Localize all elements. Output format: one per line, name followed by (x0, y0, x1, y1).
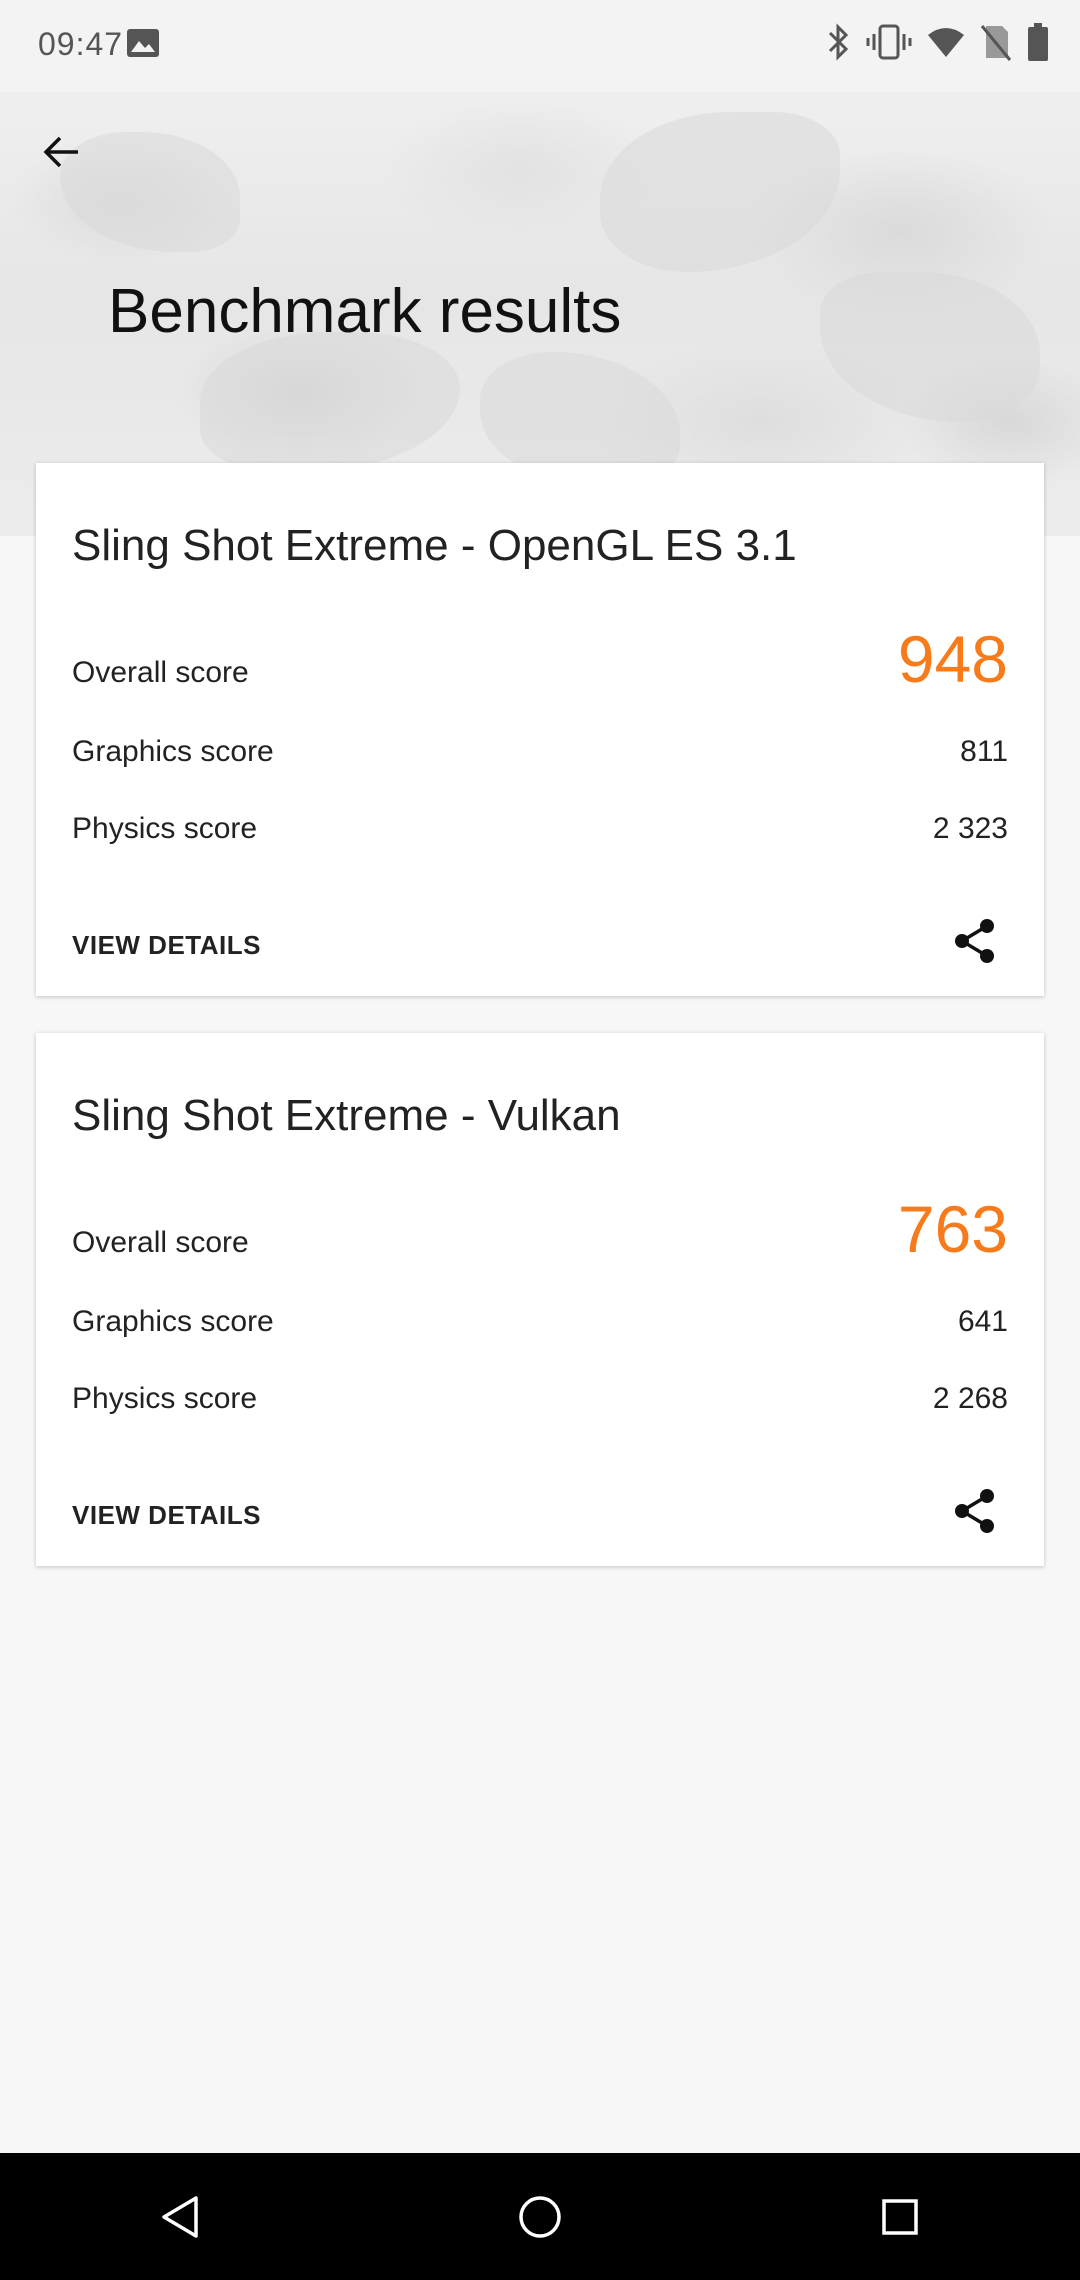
graphics-score-value: 641 (957, 1305, 1008, 1338)
view-details-button[interactable]: VIEW DETAILS (72, 930, 261, 961)
result-card-vulkan: Sling Shot Extreme - Vulkan Overall scor… (36, 1033, 1044, 1566)
graphics-score-row: Graphics score 811 (72, 735, 1008, 769)
status-time: 09:47 (38, 26, 124, 62)
physics-score-label: Physics score (72, 812, 258, 845)
arrow-back-icon (43, 136, 78, 168)
back-triangle-icon (162, 2195, 198, 2238)
rock-decoration (600, 112, 840, 272)
recents-square-icon (882, 2198, 918, 2235)
battery-icon (1026, 22, 1050, 62)
wifi-icon (926, 25, 966, 59)
card-title: Sling Shot Extreme - OpenGL ES 3.1 (72, 521, 797, 570)
rock-decoration (820, 272, 1040, 422)
navigation-bar (0, 2153, 1080, 2280)
overall-score-value: 948 (897, 622, 1008, 696)
image-icon (126, 28, 160, 63)
nav-back-button[interactable] (140, 2177, 220, 2257)
view-details-button[interactable]: VIEW DETAILS (72, 1500, 261, 1531)
nav-recents-button[interactable] (860, 2177, 940, 2257)
overall-score-label: Overall score (72, 1226, 249, 1259)
back-button[interactable] (38, 128, 86, 176)
page-title: Benchmark results (108, 277, 622, 346)
bluetooth-icon (826, 22, 852, 62)
physics-score-value: 2 268 (932, 1382, 1008, 1415)
home-circle-icon (519, 2195, 561, 2238)
graphics-score-label: Graphics score (72, 735, 274, 768)
no-sim-icon (980, 22, 1012, 62)
physics-score-row: Physics score 2 268 (72, 1382, 1008, 1416)
share-icon (955, 919, 994, 963)
screen: 09:47 Benchmark results Sling Shot Extre… (0, 0, 1080, 2280)
share-button[interactable] (950, 1486, 1000, 1536)
overall-score-row: Overall score 763 (72, 1191, 1008, 1267)
result-card-opengl: Sling Shot Extreme - OpenGL ES 3.1 Overa… (36, 463, 1044, 996)
physics-score-row: Physics score 2 323 (72, 812, 1008, 846)
physics-score-value: 2 323 (932, 812, 1008, 845)
share-icon (955, 1489, 994, 1533)
nav-home-button[interactable] (500, 2177, 580, 2257)
overall-score-value: 763 (897, 1192, 1008, 1266)
graphics-score-label: Graphics score (72, 1305, 274, 1338)
rock-decoration (60, 132, 240, 252)
graphics-score-row: Graphics score 641 (72, 1305, 1008, 1339)
share-button[interactable] (950, 916, 1000, 966)
overall-score-row: Overall score 948 (72, 621, 1008, 697)
status-bar: 09:47 (0, 0, 1080, 92)
overall-score-label: Overall score (72, 656, 249, 689)
physics-score-label: Physics score (72, 1382, 258, 1415)
status-icons (826, 22, 1050, 62)
vibrate-icon (866, 22, 912, 62)
graphics-score-value: 811 (960, 735, 1008, 768)
card-title: Sling Shot Extreme - Vulkan (72, 1091, 621, 1140)
rock-decoration (200, 332, 460, 472)
